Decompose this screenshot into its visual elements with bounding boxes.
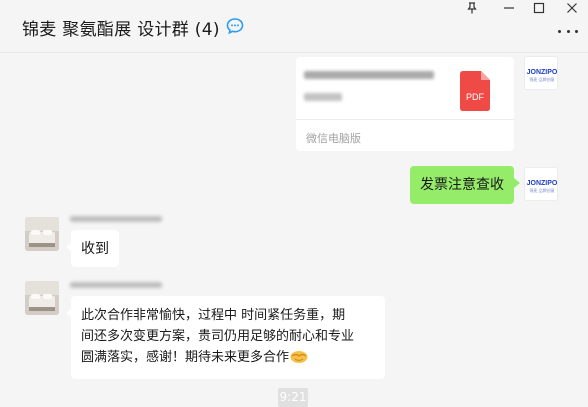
message-text-line: 间还多次变更方案，贵司仍用足够的耐心和专业 bbox=[81, 329, 355, 344]
handshake-emoji-icon bbox=[290, 351, 308, 363]
close-icon bbox=[567, 3, 577, 13]
close-button[interactable] bbox=[558, 0, 586, 16]
message-text-line: 此次合作非常愉快，过程中 时间紧任务重，期 bbox=[81, 308, 346, 323]
file-message-card[interactable]: PDF 微信电脑版 bbox=[296, 57, 514, 151]
pdf-file-icon: PDF bbox=[460, 71, 490, 111]
sender-name-blurred bbox=[70, 282, 162, 288]
contact-avatar[interactable] bbox=[25, 281, 59, 315]
message-bubble-received[interactable]: 收到 bbox=[71, 230, 119, 267]
bubble-tail bbox=[514, 178, 520, 188]
jonzipo-logo: JONZIPO 锦麦·品牌创意 bbox=[527, 69, 558, 82]
more-options-button[interactable] bbox=[558, 25, 578, 37]
svg-text:JONZIPO: JONZIPO bbox=[527, 180, 558, 187]
pin-button[interactable] bbox=[458, 0, 486, 16]
svg-text:锦麦·品牌创意: 锦麦·品牌创意 bbox=[529, 187, 554, 193]
bubble-tail bbox=[66, 308, 72, 318]
bubble-tail bbox=[66, 242, 72, 252]
minimize-button[interactable] bbox=[495, 0, 523, 16]
self-avatar[interactable]: JONZIPO 锦麦·品牌创意 bbox=[524, 167, 558, 201]
message-text: 发票注意查收 bbox=[420, 177, 504, 193]
file-size-blurred bbox=[304, 93, 342, 101]
maximize-button[interactable] bbox=[525, 0, 553, 16]
message-bubble-invoice[interactable]: 发票注意查收 bbox=[410, 166, 514, 204]
message-text: 收到 bbox=[81, 241, 109, 257]
file-card-divider bbox=[296, 119, 514, 120]
svg-text:PDF: PDF bbox=[466, 92, 485, 102]
maximize-icon bbox=[533, 2, 545, 14]
message-timestamp: 9:21 bbox=[278, 388, 308, 407]
bedroom-photo bbox=[25, 217, 59, 251]
svg-text:JONZIPO: JONZIPO bbox=[527, 69, 558, 76]
title-bar: 锦麦 聚氨酯展 设计群 (4) bbox=[0, 0, 588, 53]
chat-title[interactable]: 锦麦 聚氨酯展 设计群 (4) bbox=[22, 15, 220, 40]
message-bubble-thanks[interactable]: 此次合作非常愉快，过程中 时间紧任务重，期 间还多次变更方案，贵司仍用足够的耐心… bbox=[71, 296, 385, 379]
pin-icon bbox=[467, 2, 477, 14]
contact-avatar[interactable] bbox=[25, 217, 59, 251]
minimize-icon bbox=[504, 7, 514, 9]
message-text-line: 圆满落实，感谢！期待未来更多合作 bbox=[81, 347, 375, 368]
more-options-icon bbox=[558, 29, 561, 33]
file-source-label: 微信电脑版 bbox=[306, 132, 361, 145]
self-avatar[interactable]: JONZIPO 锦麦·品牌创意 bbox=[524, 56, 558, 90]
svg-text:锦麦·品牌创意: 锦麦·品牌创意 bbox=[529, 76, 554, 82]
file-name-blurred bbox=[304, 71, 434, 79]
chat-bubble-icon[interactable] bbox=[226, 17, 244, 35]
sender-name-blurred bbox=[70, 216, 162, 222]
bedroom-photo bbox=[25, 281, 59, 315]
jonzipo-logo: JONZIPO 锦麦·品牌创意 bbox=[527, 180, 558, 193]
